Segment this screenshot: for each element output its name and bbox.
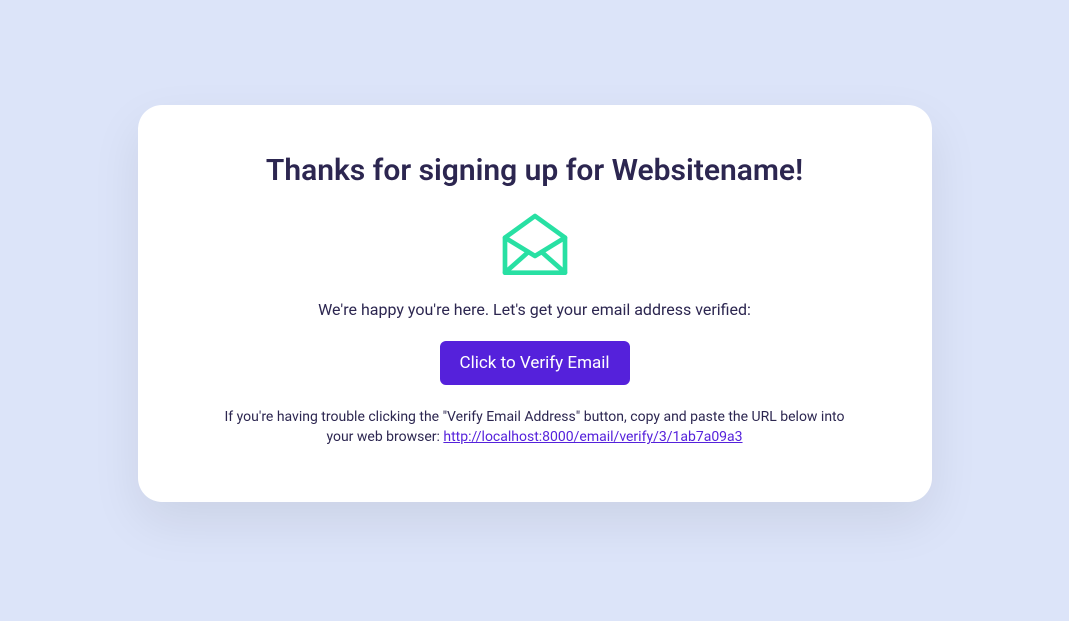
verify-email-button[interactable]: Click to Verify Email: [440, 341, 630, 385]
page-title: Thanks for signing up for Websitename!: [198, 153, 872, 188]
help-text: If you're having trouble clicking the "V…: [215, 407, 855, 448]
verify-url-link[interactable]: http://localhost:8000/email/verify/3/1ab…: [443, 429, 742, 445]
subtitle-text: We're happy you're here. Let's get your …: [198, 300, 872, 319]
verification-card: Thanks for signing up for Websitename! W…: [138, 105, 932, 502]
mail-open-icon: [198, 206, 872, 286]
